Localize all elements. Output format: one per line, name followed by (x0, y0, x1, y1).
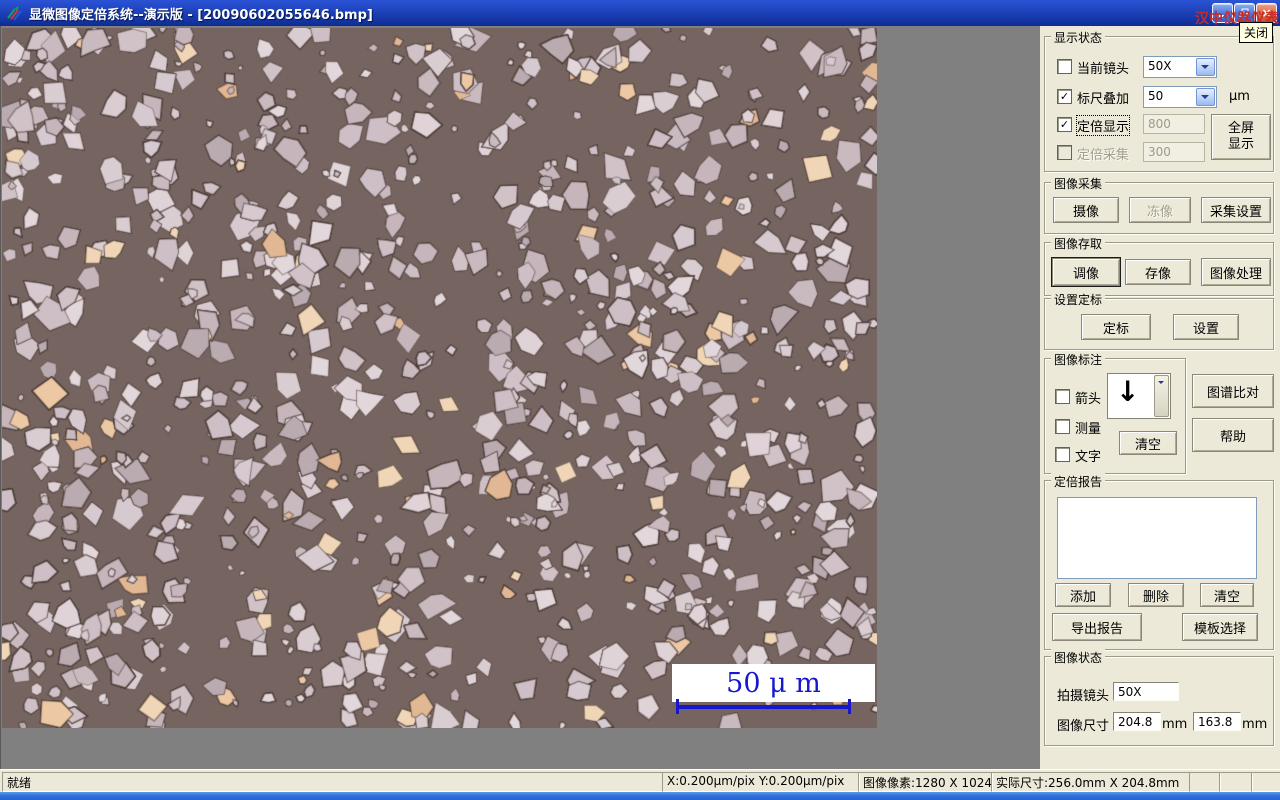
micrograph-image (2, 28, 877, 728)
shoot-lens-value: 50X (1113, 682, 1179, 701)
current-lens-checkbox[interactable] (1057, 59, 1072, 74)
fixed-capture-label: 定倍采集 (1077, 148, 1130, 163)
scale-value-select[interactable]: 50 (1143, 86, 1217, 108)
minimize-button[interactable] (1212, 3, 1233, 23)
group-calibration: 设置定标 定标 设置 (1044, 291, 1274, 350)
app-window: 显微图像定倍系统--演示版 - [20090602055646.bmp] × 汉… (0, 0, 1280, 800)
scalebar-tick-left (676, 699, 679, 714)
status-image-pixels: 图像像素:1280 X 1024 (858, 772, 993, 792)
save-image-button[interactable]: 存像 (1125, 259, 1191, 285)
scalebar-tick-right (848, 699, 851, 714)
group-report: 定倍报告 添加 删除 清空 导出报告 模板选择 (1044, 473, 1274, 650)
load-image-button[interactable]: 调像 (1052, 258, 1120, 286)
group-display-status-label: 显示状态 (1051, 29, 1106, 46)
scalebar-line (677, 705, 851, 709)
shoot-lens-label: 拍摄镜头 (1057, 689, 1110, 704)
group-report-label: 定倍报告 (1051, 473, 1106, 490)
image-height-value: 163.8 (1193, 712, 1241, 731)
text-label: 文字 (1075, 450, 1102, 465)
scale-unit-label: μm (1229, 89, 1250, 104)
chevron-down-icon[interactable] (1196, 58, 1215, 76)
group-display-status: 显示状态 当前镜头 50X ✓ 标尺叠加 50 μm ✓ 定倍显示 800 定倍… (1044, 29, 1274, 172)
calibration-settings-button[interactable]: 设置 (1173, 314, 1239, 340)
calibrate-button[interactable]: 定标 (1081, 314, 1151, 340)
help-button[interactable]: 帮助 (1192, 418, 1274, 452)
image-size-label: 图像尺寸 (1057, 719, 1110, 734)
scalebar-overlay: 50 μ m (672, 664, 875, 702)
close-tooltip: 关闭 (1239, 22, 1274, 43)
fixed-display-label: 定倍显示 (1075, 115, 1131, 136)
status-actual-size: 实际尺寸:256.0mm X 204.8mm (991, 772, 1190, 792)
status-pixel-scale: X:0.200μm/pix Y:0.200μm/pix (662, 772, 860, 792)
template-select-button[interactable]: 模板选择 (1182, 613, 1258, 641)
arrow-style-icon: ↓ (1116, 375, 1140, 408)
capture-settings-button[interactable]: 采集设置 (1201, 197, 1271, 223)
group-storage: 图像存取 调像 存像 图像处理 (1044, 235, 1274, 296)
current-lens-value: 50X (1148, 59, 1172, 73)
shoot-button[interactable]: 摄像 (1053, 197, 1119, 223)
image-width-unit: mm (1162, 717, 1188, 732)
fullscreen-button-line1: 全屏 (1227, 121, 1254, 136)
scale-overlay-label: 标尺叠加 (1077, 92, 1130, 107)
annotation-clear-button[interactable]: 清空 (1119, 431, 1177, 455)
group-capture: 图像采集 摄像 冻像 采集设置 (1044, 175, 1274, 234)
close-button[interactable]: × (1256, 3, 1277, 23)
group-capture-label: 图像采集 (1051, 175, 1106, 192)
group-storage-label: 图像存取 (1051, 235, 1106, 252)
fullscreen-button[interactable]: 全屏 显示 (1211, 114, 1271, 160)
report-clear-button[interactable]: 清空 (1200, 583, 1254, 607)
image-width-value: 204.8 (1113, 712, 1161, 731)
current-lens-label: 当前镜头 (1077, 62, 1130, 77)
window-controls: × (1212, 3, 1277, 23)
fixed-capture-checkbox (1057, 145, 1072, 160)
atlas-compare-button[interactable]: 图谱比对 (1192, 374, 1274, 408)
restore-button[interactable] (1234, 3, 1255, 23)
arrow-label: 箭头 (1075, 392, 1102, 407)
report-delete-button[interactable]: 删除 (1128, 583, 1184, 607)
scale-value: 50 (1148, 89, 1164, 103)
status-empty-2 (1219, 772, 1253, 792)
fixed-display-input: 800 (1143, 114, 1205, 134)
status-bar: 就绪 X:0.200μm/pix Y:0.200μm/pix 图像像素:1280… (0, 769, 1280, 793)
image-height-unit: mm (1242, 717, 1268, 732)
taskbar-edge (0, 792, 1280, 800)
status-empty-3 (1251, 772, 1280, 792)
report-add-button[interactable]: 添加 (1055, 583, 1111, 607)
group-annotation-label: 图像标注 (1051, 351, 1106, 368)
group-annotation: 图像标注 箭头 测量 文字 ↓ 清空 (1044, 351, 1186, 474)
chevron-down-icon[interactable] (1196, 88, 1215, 106)
arrow-checkbox[interactable] (1055, 389, 1070, 404)
measure-label: 测量 (1075, 422, 1102, 437)
export-report-button[interactable]: 导出报告 (1052, 613, 1142, 641)
app-icon (5, 4, 23, 22)
text-checkbox[interactable] (1055, 447, 1070, 462)
group-image-status: 图像状态 拍摄镜头 50X 图像尺寸 204.8 mm 163.8 mm (1044, 649, 1274, 746)
measure-checkbox[interactable] (1055, 419, 1070, 434)
group-image-status-label: 图像状态 (1051, 649, 1106, 666)
scale-overlay-checkbox[interactable]: ✓ (1057, 89, 1072, 104)
title-bar: 显微图像定倍系统--演示版 - [20090602055646.bmp] (0, 0, 1280, 26)
fixed-display-checkbox[interactable]: ✓ (1057, 117, 1072, 132)
status-empty-1 (1189, 772, 1221, 792)
window-title: 显微图像定倍系统--演示版 - [20090602055646.bmp] (29, 7, 373, 23)
group-calibration-label: 设置定标 (1051, 291, 1106, 308)
image-process-button[interactable]: 图像处理 (1201, 258, 1271, 286)
scalebar-label: 50 μ m (726, 667, 821, 699)
fixed-capture-input: 300 (1143, 142, 1205, 162)
chevron-down-icon[interactable] (1154, 375, 1169, 417)
fullscreen-button-line2: 显示 (1227, 137, 1254, 152)
arrow-style-select[interactable]: ↓ (1107, 373, 1171, 419)
report-listbox[interactable] (1057, 497, 1257, 579)
freeze-button: 冻像 (1129, 197, 1191, 223)
status-ready: 就绪 (2, 772, 663, 792)
current-lens-select[interactable]: 50X (1143, 56, 1217, 78)
